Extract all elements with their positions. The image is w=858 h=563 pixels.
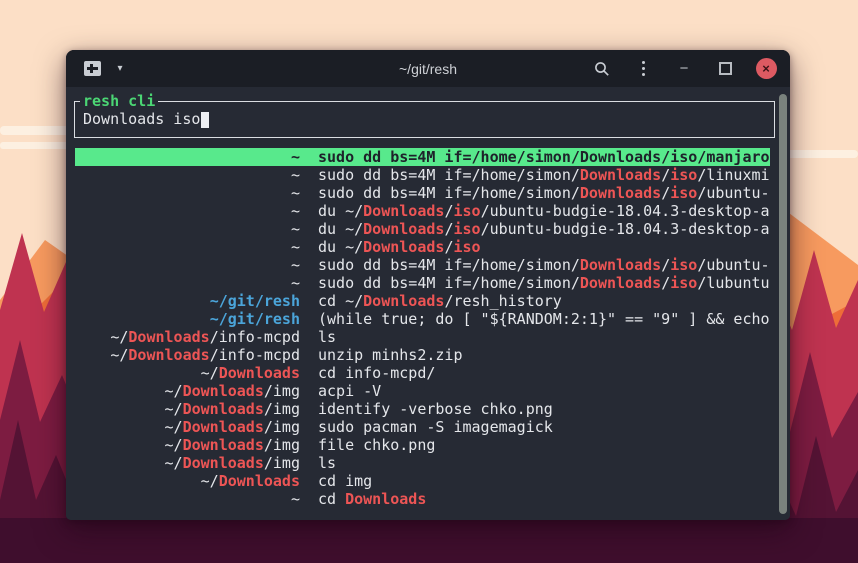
scrollbar-thumb[interactable] xyxy=(779,94,787,514)
row-command: file chko.png xyxy=(318,436,770,454)
close-button[interactable]: × xyxy=(755,58,777,80)
menu-button[interactable] xyxy=(632,58,654,80)
row-directory: ~ xyxy=(75,202,300,220)
row-directory: ~/Downloads/info-mcpd xyxy=(75,328,300,346)
tab-dropdown-button[interactable]: ▾ xyxy=(114,58,126,80)
row-directory: ~/Downloads/info-mcpd xyxy=(75,346,300,364)
history-row[interactable]: ~ du ~/Downloads/iso/ubuntu-budgie-18.04.… xyxy=(75,220,770,238)
history-row[interactable]: ~/git/resh cd ~/Downloads/resh_history xyxy=(75,292,770,310)
history-row[interactable]: ~ sudo dd bs=4M if=/home/simon/Downloads/… xyxy=(75,166,770,184)
row-directory: ~ xyxy=(75,274,300,292)
new-tab-button[interactable] xyxy=(81,58,103,80)
row-directory: ~ xyxy=(75,256,300,274)
restore-button[interactable] xyxy=(714,58,736,80)
row-directory: ~ xyxy=(75,220,300,238)
scrollbar-track[interactable] xyxy=(779,94,787,514)
row-command: sudo dd bs=4M if=/home/simon/Downloads/i… xyxy=(318,148,770,166)
history-row[interactable]: ~ sudo dd bs=4M if=/home/simon/Downloads/… xyxy=(75,256,770,274)
row-command: cd Downloads xyxy=(318,490,770,508)
history-row[interactable]: ~ du ~/Downloads/iso/ubuntu-budgie-18.04.… xyxy=(75,202,770,220)
new-tab-icon xyxy=(84,61,101,76)
history-row[interactable]: ~ du ~/Downloads/iso xyxy=(75,238,770,256)
row-directory: ~ xyxy=(75,490,300,508)
row-directory: ~/Downloads xyxy=(75,364,300,382)
row-command: du ~/Downloads/iso/ubuntu-budgie-18.04.3… xyxy=(318,220,770,238)
history-row[interactable]: ~/Downloads/img acpi -V xyxy=(75,382,770,400)
history-row[interactable]: ~/Downloads cd img xyxy=(75,472,770,490)
minimize-button[interactable]: − xyxy=(673,58,695,80)
row-directory: ~/Downloads/img xyxy=(75,400,300,418)
history-row[interactable]: ~ cd Downloads xyxy=(75,490,770,508)
kebab-menu-icon xyxy=(642,61,645,76)
history-row[interactable]: ~ sudo dd bs=4M if=/home/simon/Downloads/… xyxy=(75,274,770,292)
row-directory: ~/Downloads xyxy=(75,472,300,490)
search-input[interactable]: Downloads iso xyxy=(83,110,209,128)
row-directory: ~/git/resh xyxy=(75,310,300,328)
row-command: sudo dd bs=4M if=/home/simon/Downloads/i… xyxy=(318,184,770,202)
panel-title: resh cli xyxy=(80,93,158,109)
row-command: du ~/Downloads/iso xyxy=(318,238,770,256)
history-list: ~ sudo dd bs=4M if=/home/simon/Downloads/… xyxy=(75,148,770,508)
row-command: du ~/Downloads/iso/ubuntu-budgie-18.04.3… xyxy=(318,202,770,220)
row-command: cd img xyxy=(318,472,770,490)
row-command: cd info-mcpd/ xyxy=(318,364,770,382)
titlebar[interactable]: ▾ ~/git/resh − × xyxy=(66,50,790,87)
row-command: unzip minhs2.zip xyxy=(318,346,770,364)
row-command: sudo pacman -S imagemagick xyxy=(318,418,770,436)
history-row[interactable]: ~/Downloads/img sudo pacman -S imagemagic… xyxy=(75,418,770,436)
row-command: identify -verbose chko.png xyxy=(318,400,770,418)
row-directory: ~/Downloads/img xyxy=(75,436,300,454)
row-command: sudo dd bs=4M if=/home/simon/Downloads/i… xyxy=(318,256,770,274)
history-row[interactable]: ~/Downloads cd info-mcpd/ xyxy=(75,364,770,382)
search-query-text: Downloads iso xyxy=(83,110,200,128)
history-row[interactable]: ~/Downloads/info-mcpd unzip minhs2.zip xyxy=(75,346,770,364)
row-command: sudo dd bs=4M if=/home/simon/Downloads/i… xyxy=(318,274,770,292)
row-command: (while true; do [ "${RANDOM:2:1}" == "9"… xyxy=(318,310,770,328)
history-row[interactable]: ~/git/resh (while true; do [ "${RANDOM:2:… xyxy=(75,310,770,328)
row-directory: ~ xyxy=(75,184,300,202)
minimize-icon: − xyxy=(680,60,689,77)
terminal-window: ▾ ~/git/resh − × xyxy=(66,50,790,520)
row-directory: ~/Downloads/img xyxy=(75,454,300,472)
row-command: cd ~/Downloads/resh_history xyxy=(318,292,770,310)
row-command: ls xyxy=(318,328,770,346)
history-row[interactable]: ~/Downloads/info-mcpd ls xyxy=(75,328,770,346)
history-row[interactable]: ~ sudo dd bs=4M if=/home/simon/Downloads/… xyxy=(75,148,770,166)
history-row[interactable]: ~/Downloads/img ls xyxy=(75,454,770,472)
search-icon xyxy=(594,61,610,77)
row-command: sudo dd bs=4M if=/home/simon/Downloads/i… xyxy=(318,166,770,184)
resh-search-panel: resh cli Downloads iso xyxy=(74,101,775,138)
history-row[interactable]: ~ sudo dd bs=4M if=/home/simon/Downloads/… xyxy=(75,184,770,202)
row-command: acpi -V xyxy=(318,382,770,400)
restore-icon xyxy=(719,62,732,75)
search-button[interactable] xyxy=(591,58,613,80)
row-command: ls xyxy=(318,454,770,472)
row-directory: ~/Downloads/img xyxy=(75,418,300,436)
text-cursor xyxy=(201,112,209,128)
row-directory: ~ xyxy=(75,166,300,184)
row-directory: ~/Downloads/img xyxy=(75,382,300,400)
history-row[interactable]: ~/Downloads/img file chko.png xyxy=(75,436,770,454)
row-directory: ~ xyxy=(75,148,300,166)
terminal-content: resh cli Downloads iso ~ sudo dd bs=4M if… xyxy=(66,87,790,520)
history-row[interactable]: ~/Downloads/img identify -verbose chko.pn… xyxy=(75,400,770,418)
row-directory: ~/git/resh xyxy=(75,292,300,310)
close-icon: × xyxy=(756,58,777,79)
row-directory: ~ xyxy=(75,238,300,256)
chevron-down-icon: ▾ xyxy=(117,64,122,74)
